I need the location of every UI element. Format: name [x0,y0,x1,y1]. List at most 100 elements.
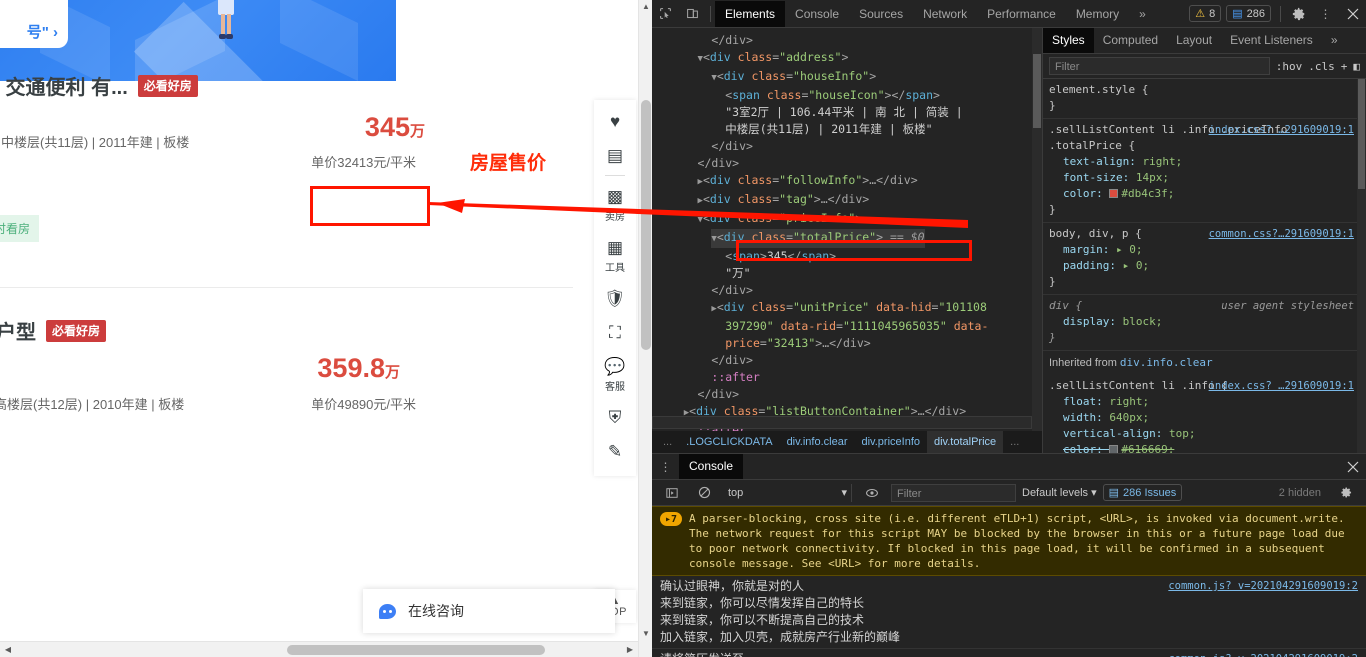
styles-rules-list[interactable]: element.style {} index.css? …291609019:1.… [1043,79,1366,453]
page-horizontal-scrollbar[interactable]: ◀ ▶ [0,641,638,657]
promo-banner[interactable]: 号" › [0,0,396,81]
breadcrumb-item[interactable]: div.info.clear [780,431,855,453]
dom-node-row[interactable]: </div> [656,352,1042,369]
online-chat-widget[interactable]: 在线咨询 [363,589,615,633]
dom-node-row[interactable]: ▼<div class="totalPrice"> == $0 [656,229,1042,248]
styles-more-tabs-icon[interactable]: » [1322,28,1347,53]
dom-node-row[interactable]: </div> [656,386,1042,403]
dom-node-row[interactable]: "3室2厅 | 106.44平米 | 南 北 | 简装 | [656,104,1042,121]
dom-node-row[interactable]: </div> [656,155,1042,172]
breadcrumb[interactable]: ... .LOGCLICKDATA div.info.clear div.priceI… [652,431,1042,453]
styles-vertical-scrollbar[interactable] [1357,79,1366,453]
breadcrumb-item[interactable]: div.totalPrice [927,431,1004,453]
page-vertical-scrollbar[interactable]: ▲ ▼ [638,0,652,657]
style-declaration[interactable]: padding: ▸ 0; [1049,258,1360,274]
styles-filter-input[interactable]: Filter [1049,57,1270,75]
style-declaration[interactable]: font-size: 14px; [1049,170,1360,186]
device-toolbar-icon[interactable] [679,1,706,27]
scroll-right-arrow-icon[interactable]: ▶ [622,642,638,657]
style-source-link[interactable]: common.css?…291609019:1 [1209,226,1354,242]
color-swatch-icon[interactable] [1109,189,1119,198]
dom-node-row[interactable]: </div> [656,282,1042,299]
style-declaration[interactable]: margin: ▸ 0; [1049,242,1360,258]
listing-title-2[interactable]: 卷户型必看好房 [0,316,107,345]
scroll-down-arrow-icon[interactable]: ▼ [639,627,652,641]
rail-item-sell-house[interactable]: ▩ 卖房 [594,179,636,230]
style-declaration[interactable]: vertical-align: top; [1049,426,1360,442]
rail-item-favorites[interactable]: ♥ [594,104,636,138]
more-vertical-icon[interactable]: ⋮ [1312,1,1339,27]
dom-vertical-scrollbar[interactable] [1032,28,1042,453]
inspect-element-icon[interactable] [652,1,679,27]
page-horizontal-scroll-thumb[interactable] [287,645,545,655]
style-rule[interactable]: element.style {} [1043,79,1366,119]
info-badge[interactable]: ▤ 286 [1226,5,1271,22]
more-tabs-icon[interactable]: » [1129,1,1156,27]
console-sidebar-icon[interactable] [658,480,685,506]
rail-item-compare[interactable]: ▤ [594,138,636,172]
rail-item-scan[interactable]: ⛶ [594,315,636,349]
style-rule[interactable]: index.css? …291609019:1 .sellListContent … [1043,119,1366,223]
style-declaration[interactable]: color: #616669; [1049,442,1360,453]
tab-console[interactable]: Console [785,1,849,27]
banner-label-pill[interactable]: 号" › [0,0,68,48]
dom-tree-pane[interactable]: </div> ▼<div class="address"> ▼<div clas… [652,28,1042,453]
console-context-select[interactable]: top ▾ [724,483,852,502]
dom-node-row[interactable]: ▶<div class="followInfo">…</div> [656,172,1042,191]
scroll-left-arrow-icon[interactable]: ◀ [0,642,16,657]
style-declaration[interactable]: color: #db4c3f; [1049,186,1360,202]
clear-console-icon[interactable] [691,480,718,506]
console-levels-select[interactable]: Default levels ▾ [1022,486,1097,499]
console-issues-badge[interactable]: ▤ 286 Issues [1102,484,1183,501]
tab-memory[interactable]: Memory [1066,1,1129,27]
listing-title-1[interactable]: 惟一 交通便利 有... 必看好房 [0,71,198,100]
breadcrumb-item[interactable]: ... [656,431,679,453]
dom-node-row[interactable]: ▶<div class="unitPrice" data-hid="101108 [656,299,1042,318]
style-rule[interactable]: index.css? …291609019:1 .sellListContent … [1043,375,1366,453]
dom-node-row[interactable]: ▼<div class="priceInfo"> [656,210,1042,229]
styles-vertical-scroll-thumb[interactable] [1358,79,1365,189]
breadcrumb-item[interactable]: ... [1003,431,1026,453]
close-icon[interactable] [1339,1,1366,27]
gear-icon[interactable] [1285,1,1312,27]
drawer-tab-console[interactable]: Console [679,454,744,479]
tab-event-listeners[interactable]: Event Listeners [1221,28,1322,53]
breadcrumb-item[interactable]: div.priceInfo [855,431,928,453]
rail-item-service[interactable]: 💬 客服 [594,349,636,400]
dom-vertical-scroll-thumb[interactable] [1033,54,1041,128]
console-log-source-link[interactable]: common.js? v=202104291609019:2 [1168,578,1358,595]
dom-node-row[interactable]: <span class="houseIcon"></span> [656,87,1042,104]
rail-item-tools[interactable]: ▦ 工具 [594,230,636,281]
cls-button[interactable]: .cls [1308,60,1335,73]
tab-layout[interactable]: Layout [1167,28,1221,53]
dom-node-row[interactable]: </div> [656,32,1042,49]
panel-toggle-icon[interactable]: ◧ [1353,60,1360,73]
color-swatch-icon[interactable] [1109,445,1119,453]
tab-network[interactable]: Network [913,1,977,27]
style-rule[interactable]: common.css?…291609019:1 body, div, p {mar… [1043,223,1366,295]
style-declaration[interactable]: width: 640px; [1049,410,1360,426]
tab-computed[interactable]: Computed [1094,28,1167,53]
dom-node-row[interactable]: ▶<div class="tag">…</div> [656,191,1042,210]
rail-item-safety[interactable]: ⛨ [594,400,636,434]
dom-node-row[interactable]: 397290" data-rid="1111045965035" data- [656,318,1042,335]
rail-item-feedback[interactable]: ✎ [594,434,636,468]
drawer-more-vertical-icon[interactable]: ⋮ [652,454,679,480]
dom-horizontal-scrollbar[interactable] [652,416,1032,429]
console-gear-icon[interactable] [1333,480,1360,506]
dom-node-row[interactable]: ▼<div class="houseInfo"> [656,68,1042,87]
drawer-close-icon[interactable] [1339,454,1366,480]
live-expression-icon[interactable] [858,480,885,506]
styles-pane[interactable]: Styles Computed Layout Event Listeners »… [1042,28,1366,453]
console-filter-input[interactable]: Filter [891,483,1016,502]
dom-node-row[interactable]: ::after [656,369,1042,386]
breadcrumb-item[interactable]: .LOGCLICKDATA [679,431,779,453]
style-source-link[interactable]: index.css? …291609019:1 [1209,378,1354,394]
dom-node-row[interactable]: 中楼层(共11层) | 2011年建 | 板楼" [656,121,1042,138]
console-log-source-link[interactable]: common.js? v=202104291609019:2 [1168,651,1358,657]
console-log-row-1[interactable]: 确认过眼神，你就是对的人 来到链家，你可以尽情发挥自己的特长 来到链家，你可以不… [652,576,1366,649]
style-declaration[interactable]: display: block; [1049,314,1360,330]
console-warning-row[interactable]: ▸ 7 A parser-blocking, cross site (i.e. d… [652,506,1366,576]
tab-sources[interactable]: Sources [849,1,913,27]
dom-node-row[interactable]: ▼<div class="address"> [656,49,1042,68]
